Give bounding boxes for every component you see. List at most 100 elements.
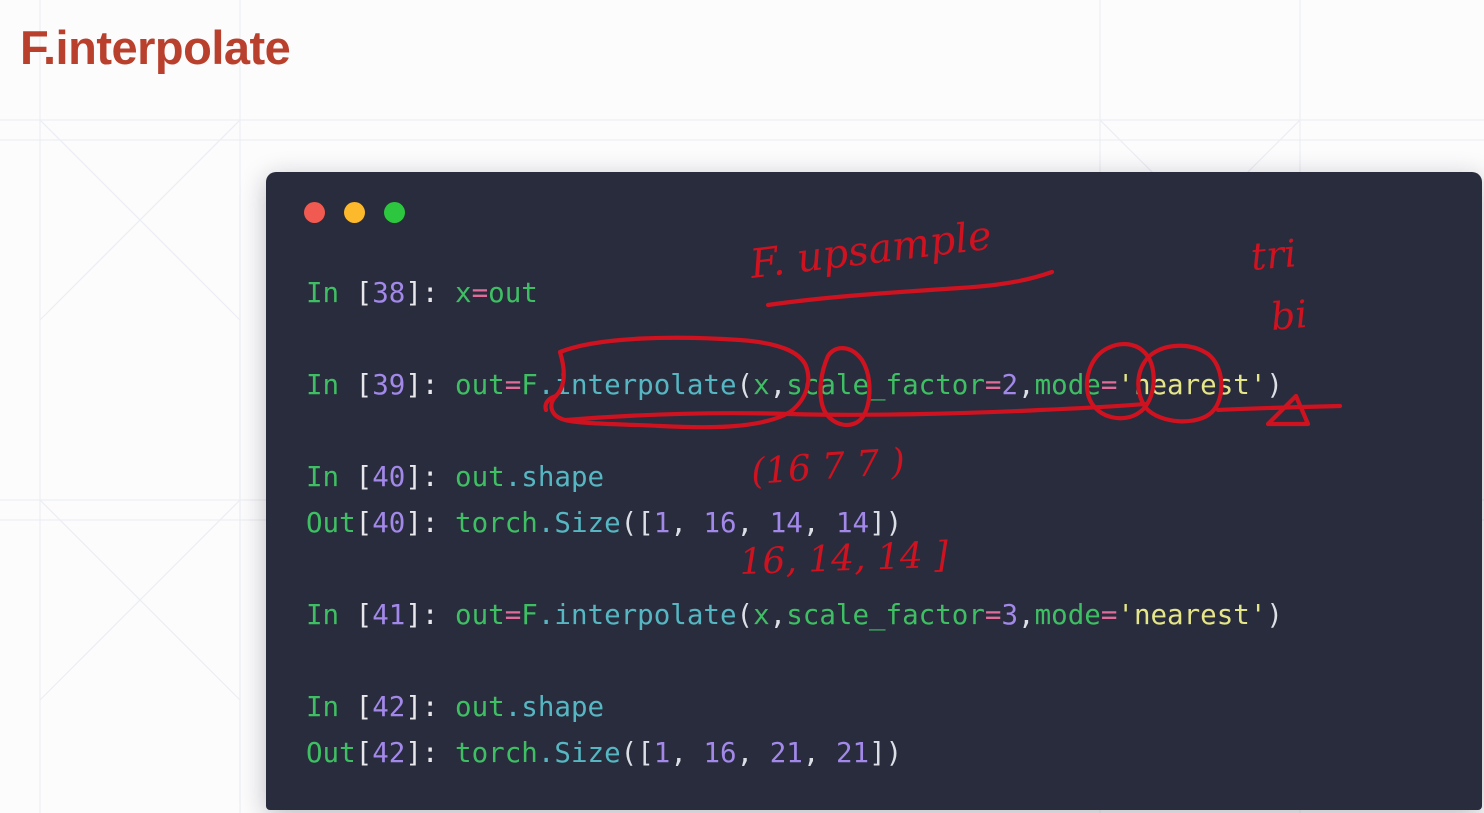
code-token: 2 [1001,369,1019,401]
prompt-label: In [306,691,356,723]
code-token: 21 [835,737,870,769]
minimize-button[interactable] [344,202,365,223]
code-token: .Size [537,737,621,769]
window-controls [304,202,405,223]
code-token: 'nearest' [1117,369,1267,401]
code-token: 1 [653,737,671,769]
code-line[interactable]: Out[42]: torch.Size([1, 16, 21, 21]) [306,730,1283,776]
code-token: out [455,599,505,631]
code-token: .shape [504,461,605,493]
prompt-bracket-close: ] [405,461,422,493]
prompt-colon: : [421,737,456,769]
terminal-code-body[interactable]: In [38]: x=out In [39]: out=F.interpolat… [306,270,1283,776]
code-token: 14 [835,507,870,539]
terminal-window[interactable]: In [38]: x=out In [39]: out=F.interpolat… [266,172,1482,810]
code-token: = [1100,369,1118,401]
code-token: mode [1034,599,1101,631]
code-token: , [1018,599,1035,631]
code-token: ) [1266,369,1283,401]
code-token: 1 [653,507,671,539]
code-line[interactable]: In [40]: out.shape [306,454,1283,500]
close-button[interactable] [304,202,325,223]
zoom-button[interactable] [384,202,405,223]
code-token: .Size [537,507,621,539]
code-token: , [1018,369,1035,401]
code-token: out [455,691,505,723]
code-token: , [736,737,770,769]
code-token: .interpolate [537,599,737,631]
prompt-label: Out [306,737,356,769]
code-token: , [670,507,704,539]
prompt-bracket-close: ] [405,277,422,309]
code-token: .interpolate [537,369,737,401]
code-token: 3 [1001,599,1019,631]
prompt-bracket-close: ] [405,369,422,401]
code-token: ([ [620,737,654,769]
prompt-colon: : [421,277,456,309]
code-token: ]) [869,507,903,539]
prompt-number: 40 [372,507,406,539]
prompt-label: In [306,599,356,631]
prompt-number: 39 [372,369,406,401]
code-token: scale_factor [786,599,985,631]
code-token: ) [1266,599,1283,631]
prompt-bracket-open: [ [355,461,373,493]
prompt-bracket-close: ] [405,599,422,631]
code-token: 21 [769,737,803,769]
prompt-colon: : [421,599,456,631]
prompt-colon: : [421,369,456,401]
code-token: F [521,369,538,401]
code-token: = [504,599,522,631]
prompt-label: Out [306,507,356,539]
code-token: 16 [703,737,737,769]
code-token: out [488,277,538,309]
prompt-number: 42 [372,737,406,769]
code-token: x [753,599,770,631]
prompt-bracket-open: [ [355,599,373,631]
prompt-colon: : [421,691,456,723]
prompt-label: In [306,277,356,309]
prompt-label: In [306,461,356,493]
code-line[interactable]: In [42]: out.shape [306,684,1283,730]
code-token: ([ [620,507,654,539]
prompt-bracket-close: ] [405,691,422,723]
prompt-bracket-open: [ [355,737,373,769]
code-line[interactable]: In [38]: x=out [306,270,1283,316]
code-token: mode [1034,369,1101,401]
code-token: 14 [769,507,803,539]
code-token: F [521,599,538,631]
code-token: = [471,277,489,309]
code-token: x [753,369,770,401]
prompt-number: 40 [372,461,406,493]
code-token: , [769,369,787,401]
code-token: , [802,737,836,769]
code-token: .shape [504,691,605,723]
code-line[interactable]: In [39]: out=F.interpolate(x,scale_facto… [306,362,1283,408]
code-token: torch [455,507,538,539]
code-token: = [984,599,1002,631]
prompt-bracket-open: [ [355,369,373,401]
code-line[interactable]: In [41]: out=F.interpolate(x,scale_facto… [306,592,1283,638]
code-token: , [736,507,770,539]
code-token: , [769,599,787,631]
code-token: x [455,277,472,309]
prompt-number: 38 [372,277,406,309]
code-line[interactable]: Out[40]: torch.Size([1, 16, 14, 14]) [306,500,1283,546]
slide-root: F.interpolate In [38]: x=out In [39]: ou… [0,0,1484,813]
code-token: , [670,737,704,769]
code-token: ]) [869,737,903,769]
code-token: ( [736,599,754,631]
prompt-number: 42 [372,691,406,723]
prompt-colon: : [421,507,456,539]
code-token: out [455,461,505,493]
prompt-bracket-open: [ [355,507,373,539]
code-token: = [984,369,1002,401]
code-token: 16 [703,507,737,539]
code-token: out [455,369,505,401]
prompt-label: In [306,369,356,401]
prompt-colon: : [421,461,456,493]
